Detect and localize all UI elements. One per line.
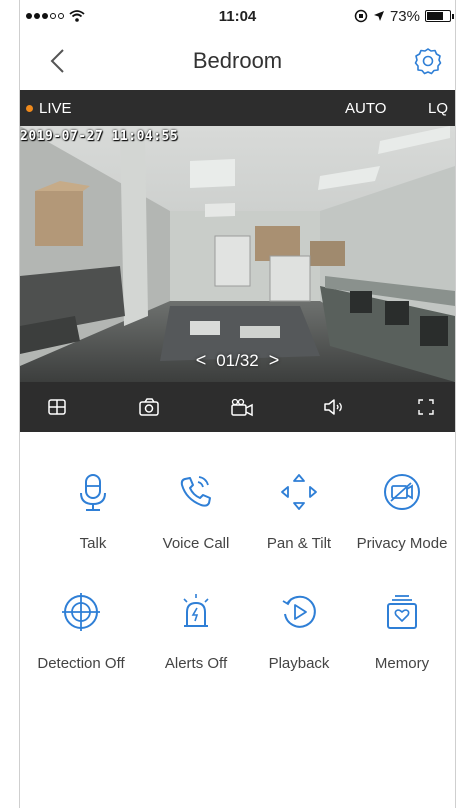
- playback-icon: [282, 595, 316, 628]
- live-label: LIVE: [39, 100, 72, 117]
- page-title: Bedroom: [192, 48, 283, 73]
- detection-label: Detection Off: [37, 655, 125, 672]
- alarm-light-icon: [183, 594, 209, 627]
- talk-button[interactable]: Talk: [38, 472, 148, 552]
- battery-percent: 73%: [389, 7, 420, 25]
- live-video-panel: LIVE AUTO LQ 2019-07-27 11:04:55 < 01/32…: [20, 90, 455, 432]
- voice-call-button[interactable]: Voice Call: [141, 472, 251, 552]
- speaker-icon[interactable]: [321, 394, 347, 420]
- battery-icon: [425, 10, 454, 22]
- voice-call-label: Voice Call: [162, 535, 230, 552]
- detection-target-icon: [62, 593, 100, 631]
- quality-auto-button[interactable]: AUTO: [345, 100, 386, 117]
- pager-prev-button[interactable]: <: [196, 350, 207, 371]
- detection-button[interactable]: Detection Off: [26, 592, 136, 672]
- controls-row-2: Detection Off Alerts Off Playback Memory: [20, 592, 455, 712]
- video-toolbar: [20, 382, 455, 432]
- camera-feed[interactable]: 2019-07-27 11:04:55 < 01/32 >: [20, 126, 455, 382]
- pager-next-button[interactable]: >: [269, 350, 280, 371]
- live-dot: [26, 105, 33, 112]
- phone-call-icon: [180, 476, 211, 507]
- memory-label: Memory: [374, 655, 430, 672]
- privacy-mode-button[interactable]: Privacy Mode: [347, 472, 457, 552]
- live-indicator: LIVE: [26, 100, 72, 117]
- memory-card-icon: [387, 595, 417, 629]
- live-bar: LIVE AUTO LQ: [20, 90, 455, 126]
- grid-view-icon[interactable]: [44, 394, 70, 420]
- snapshot-icon[interactable]: [136, 394, 162, 420]
- pan-tilt-icon: [281, 474, 317, 510]
- controls-grid: Talk Voice Call Pan & Tilt Privacy Mode …: [20, 472, 455, 712]
- alerts-button[interactable]: Alerts Off: [141, 592, 251, 672]
- camera-feed-image: [20, 126, 455, 382]
- status-right: 73%: [354, 7, 454, 25]
- playback-label: Playback: [268, 655, 330, 672]
- screen-edge-right: [455, 0, 456, 808]
- privacy-mode-label: Privacy Mode: [356, 535, 448, 552]
- memory-button[interactable]: Memory: [347, 592, 457, 672]
- camera-pager: < 01/32 >: [20, 350, 455, 371]
- alerts-label: Alerts Off: [164, 655, 228, 672]
- controls-row-1: Talk Voice Call Pan & Tilt Privacy Mode: [20, 472, 455, 592]
- playback-button[interactable]: Playback: [244, 592, 354, 672]
- microphone-icon: [80, 474, 106, 511]
- talk-label: Talk: [79, 535, 107, 552]
- privacy-camera-off-icon: [384, 474, 420, 510]
- location-icon: [373, 11, 384, 21]
- pan-tilt-label: Pan & Tilt: [266, 535, 332, 552]
- fullscreen-icon[interactable]: [413, 394, 439, 420]
- status-bar: 11:04 73%: [20, 0, 455, 32]
- record-video-icon[interactable]: [229, 394, 255, 420]
- nav-bar: Bedroom: [20, 32, 455, 90]
- pan-tilt-button[interactable]: Pan & Tilt: [244, 472, 354, 552]
- orientation-lock-icon: [354, 9, 368, 23]
- video-timestamp: 2019-07-27 11:04:55: [20, 129, 179, 144]
- gear-icon[interactable]: [413, 46, 443, 76]
- app-screen: 11:04 73% Bedroom LIVE AUTO LQ 2019-07-2…: [0, 0, 460, 808]
- pager-count: 01/32: [216, 350, 259, 370]
- quality-lq-button[interactable]: LQ: [428, 100, 448, 117]
